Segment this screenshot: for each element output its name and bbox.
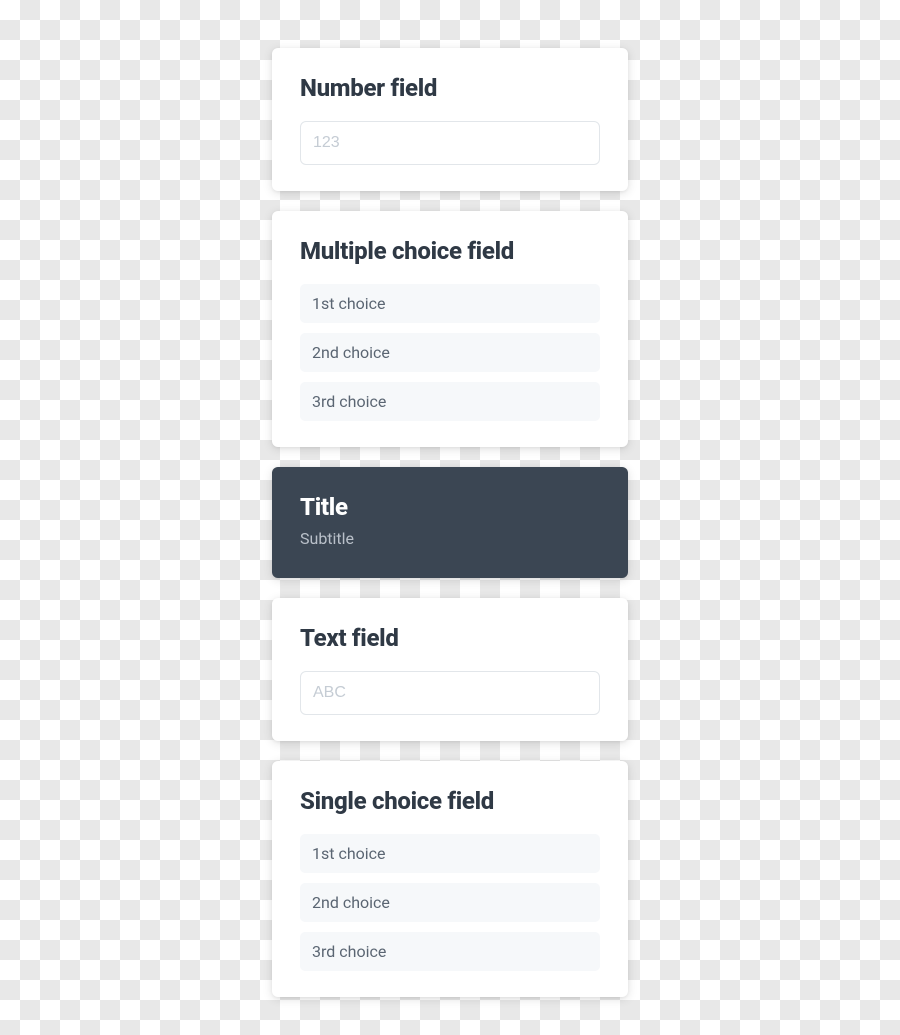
multiple-choice-title: Multiple choice field [300,237,600,266]
multiple-choice-card: Multiple choice field 1st choice 2nd cho… [272,211,628,447]
choice-option[interactable]: 2nd choice [300,883,600,922]
choice-option[interactable]: 2nd choice [300,333,600,372]
number-field-card: Number field [272,48,628,191]
single-choice-list: 1st choice 2nd choice 3rd choice [300,834,600,971]
choice-option[interactable]: 1st choice [300,834,600,873]
title-card: Title Subtitle [272,467,628,579]
title-card-subtitle: Subtitle [300,529,600,548]
text-field-title: Text field [300,624,600,653]
title-card-title: Title [300,493,600,522]
choice-option[interactable]: 3rd choice [300,932,600,971]
text-field-card: Text field [272,598,628,741]
single-choice-title: Single choice field [300,787,600,816]
single-choice-card: Single choice field 1st choice 2nd choic… [272,761,628,997]
choice-option[interactable]: 1st choice [300,284,600,323]
number-field-input[interactable] [300,121,600,165]
choice-option[interactable]: 3rd choice [300,382,600,421]
multiple-choice-list: 1st choice 2nd choice 3rd choice [300,284,600,421]
number-field-title: Number field [300,74,600,103]
text-field-input[interactable] [300,671,600,715]
